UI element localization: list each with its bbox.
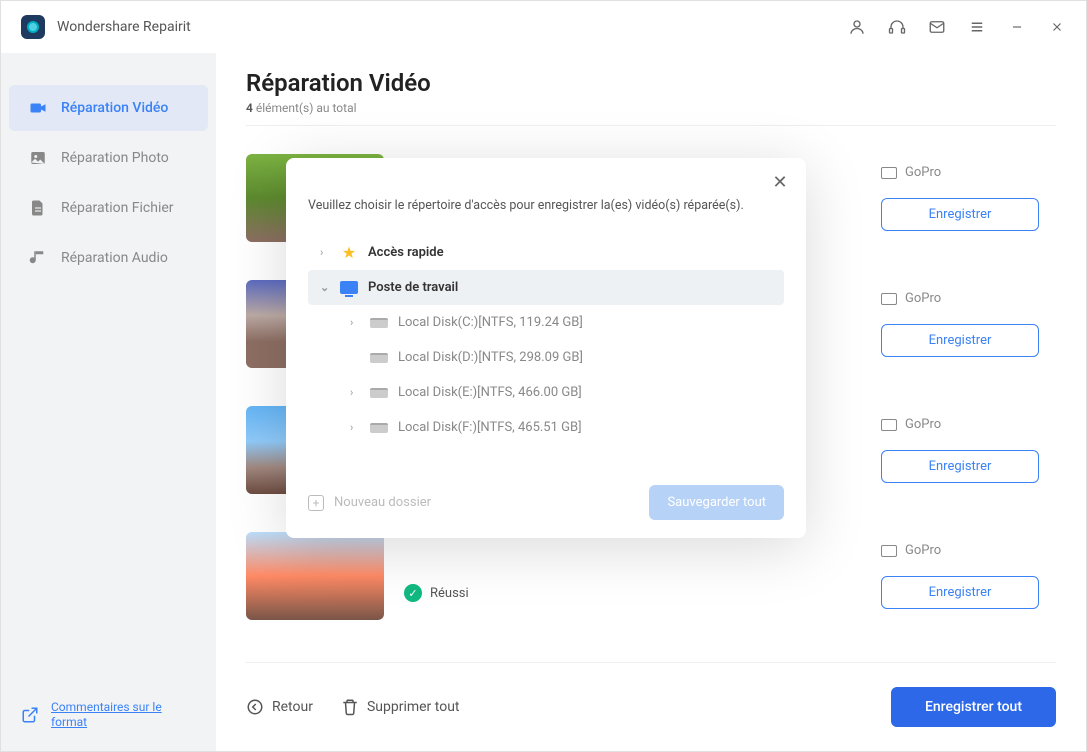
minimize-icon[interactable] (1008, 18, 1026, 36)
sidebar-item-photo[interactable]: Réparation Photo (9, 135, 208, 181)
sidebar-item-file[interactable]: Réparation Fichier (9, 185, 208, 231)
tree-quick-access[interactable]: › ★ Accès rapide (308, 235, 784, 270)
back-icon (246, 698, 264, 716)
camera-icon (881, 293, 897, 305)
modal-instruction: Veuillez choisir le répertoire d'accès p… (308, 198, 784, 213)
directory-tree: › ★ Accès rapide ⌄ Poste de travail › Lo… (308, 235, 784, 445)
back-button[interactable]: Retour (246, 698, 313, 716)
modal-close-icon[interactable]: ✕ (770, 172, 790, 192)
trash-icon (341, 698, 359, 716)
tree-disk-d[interactable]: Local Disk(D:)[NTFS, 298.09 GB] (308, 340, 784, 375)
save-button[interactable]: Enregistrer (881, 198, 1039, 231)
new-folder-button[interactable]: + Nouveau dossier (308, 495, 431, 511)
delete-all-button[interactable]: Supprimer tout (341, 698, 460, 716)
sidebar-item-video[interactable]: Réparation Vidéo (9, 85, 208, 131)
audio-icon (29, 249, 47, 267)
star-icon: ★ (340, 246, 358, 260)
device-label: GoPro (881, 417, 941, 432)
chevron-right-icon: › (350, 421, 360, 434)
modal-save-all-button[interactable]: Sauvegarder tout (649, 485, 784, 520)
file-item: ✓ Réussi GoPro Enregistrer (246, 522, 1056, 648)
close-icon[interactable] (1048, 18, 1066, 36)
page-title: Réparation Vidéo (246, 69, 1056, 97)
app-logo (21, 15, 45, 39)
save-directory-modal: ✕ Veuillez choisir le répertoire d'accès… (286, 158, 806, 538)
app-title: Wondershare Repairit (57, 19, 191, 35)
disk-icon (370, 386, 388, 400)
photo-icon (29, 149, 47, 167)
sidebar-label: Réparation Photo (61, 150, 169, 166)
sidebar-item-audio[interactable]: Réparation Audio (9, 235, 208, 281)
tree-disk-c[interactable]: › Local Disk(C:)[NTFS, 119.24 GB] (308, 305, 784, 340)
disk-icon (370, 351, 388, 365)
monitor-icon (340, 281, 358, 295)
device-label: GoPro (881, 165, 941, 180)
tree-disk-f[interactable]: › Local Disk(F:)[NTFS, 465.51 GB] (308, 410, 784, 445)
sidebar: Réparation Vidéo Réparation Photo Répara… (1, 53, 216, 751)
save-button[interactable]: Enregistrer (881, 576, 1039, 609)
file-status: ✓ Réussi (404, 584, 861, 602)
share-icon (21, 706, 39, 724)
sidebar-label: Réparation Fichier (61, 200, 174, 216)
user-icon[interactable] (848, 18, 866, 36)
headset-icon[interactable] (888, 18, 906, 36)
camera-icon (881, 419, 897, 431)
sidebar-label: Réparation Audio (61, 250, 168, 266)
device-label: GoPro (881, 291, 941, 306)
save-all-button[interactable]: Enregistrer tout (891, 687, 1056, 727)
menu-icon[interactable] (968, 18, 986, 36)
camera-icon (881, 167, 897, 179)
chevron-right-icon: › (350, 386, 360, 399)
save-button[interactable]: Enregistrer (881, 324, 1039, 357)
file-icon (29, 199, 47, 217)
chevron-right-icon: › (350, 316, 360, 329)
page-subtitle: 4 élément(s) au total (246, 101, 1056, 115)
save-button[interactable]: Enregistrer (881, 450, 1039, 483)
plus-folder-icon: + (308, 495, 324, 511)
sidebar-feedback-link[interactable]: Commentaires sur le format (1, 680, 216, 751)
success-icon: ✓ (404, 584, 422, 602)
chevron-right-icon: › (320, 246, 330, 259)
video-thumbnail[interactable] (246, 532, 384, 620)
device-label: GoPro (881, 543, 941, 558)
tree-workstation[interactable]: ⌄ Poste de travail (308, 270, 784, 305)
camera-icon (881, 545, 897, 557)
mail-icon[interactable] (928, 18, 946, 36)
chevron-down-icon: ⌄ (320, 281, 330, 294)
video-icon (29, 99, 47, 117)
tree-disk-e[interactable]: › Local Disk(E:)[NTFS, 466.00 GB] (308, 375, 784, 410)
disk-icon (370, 316, 388, 330)
sidebar-label: Réparation Vidéo (61, 100, 168, 116)
disk-icon (370, 421, 388, 435)
